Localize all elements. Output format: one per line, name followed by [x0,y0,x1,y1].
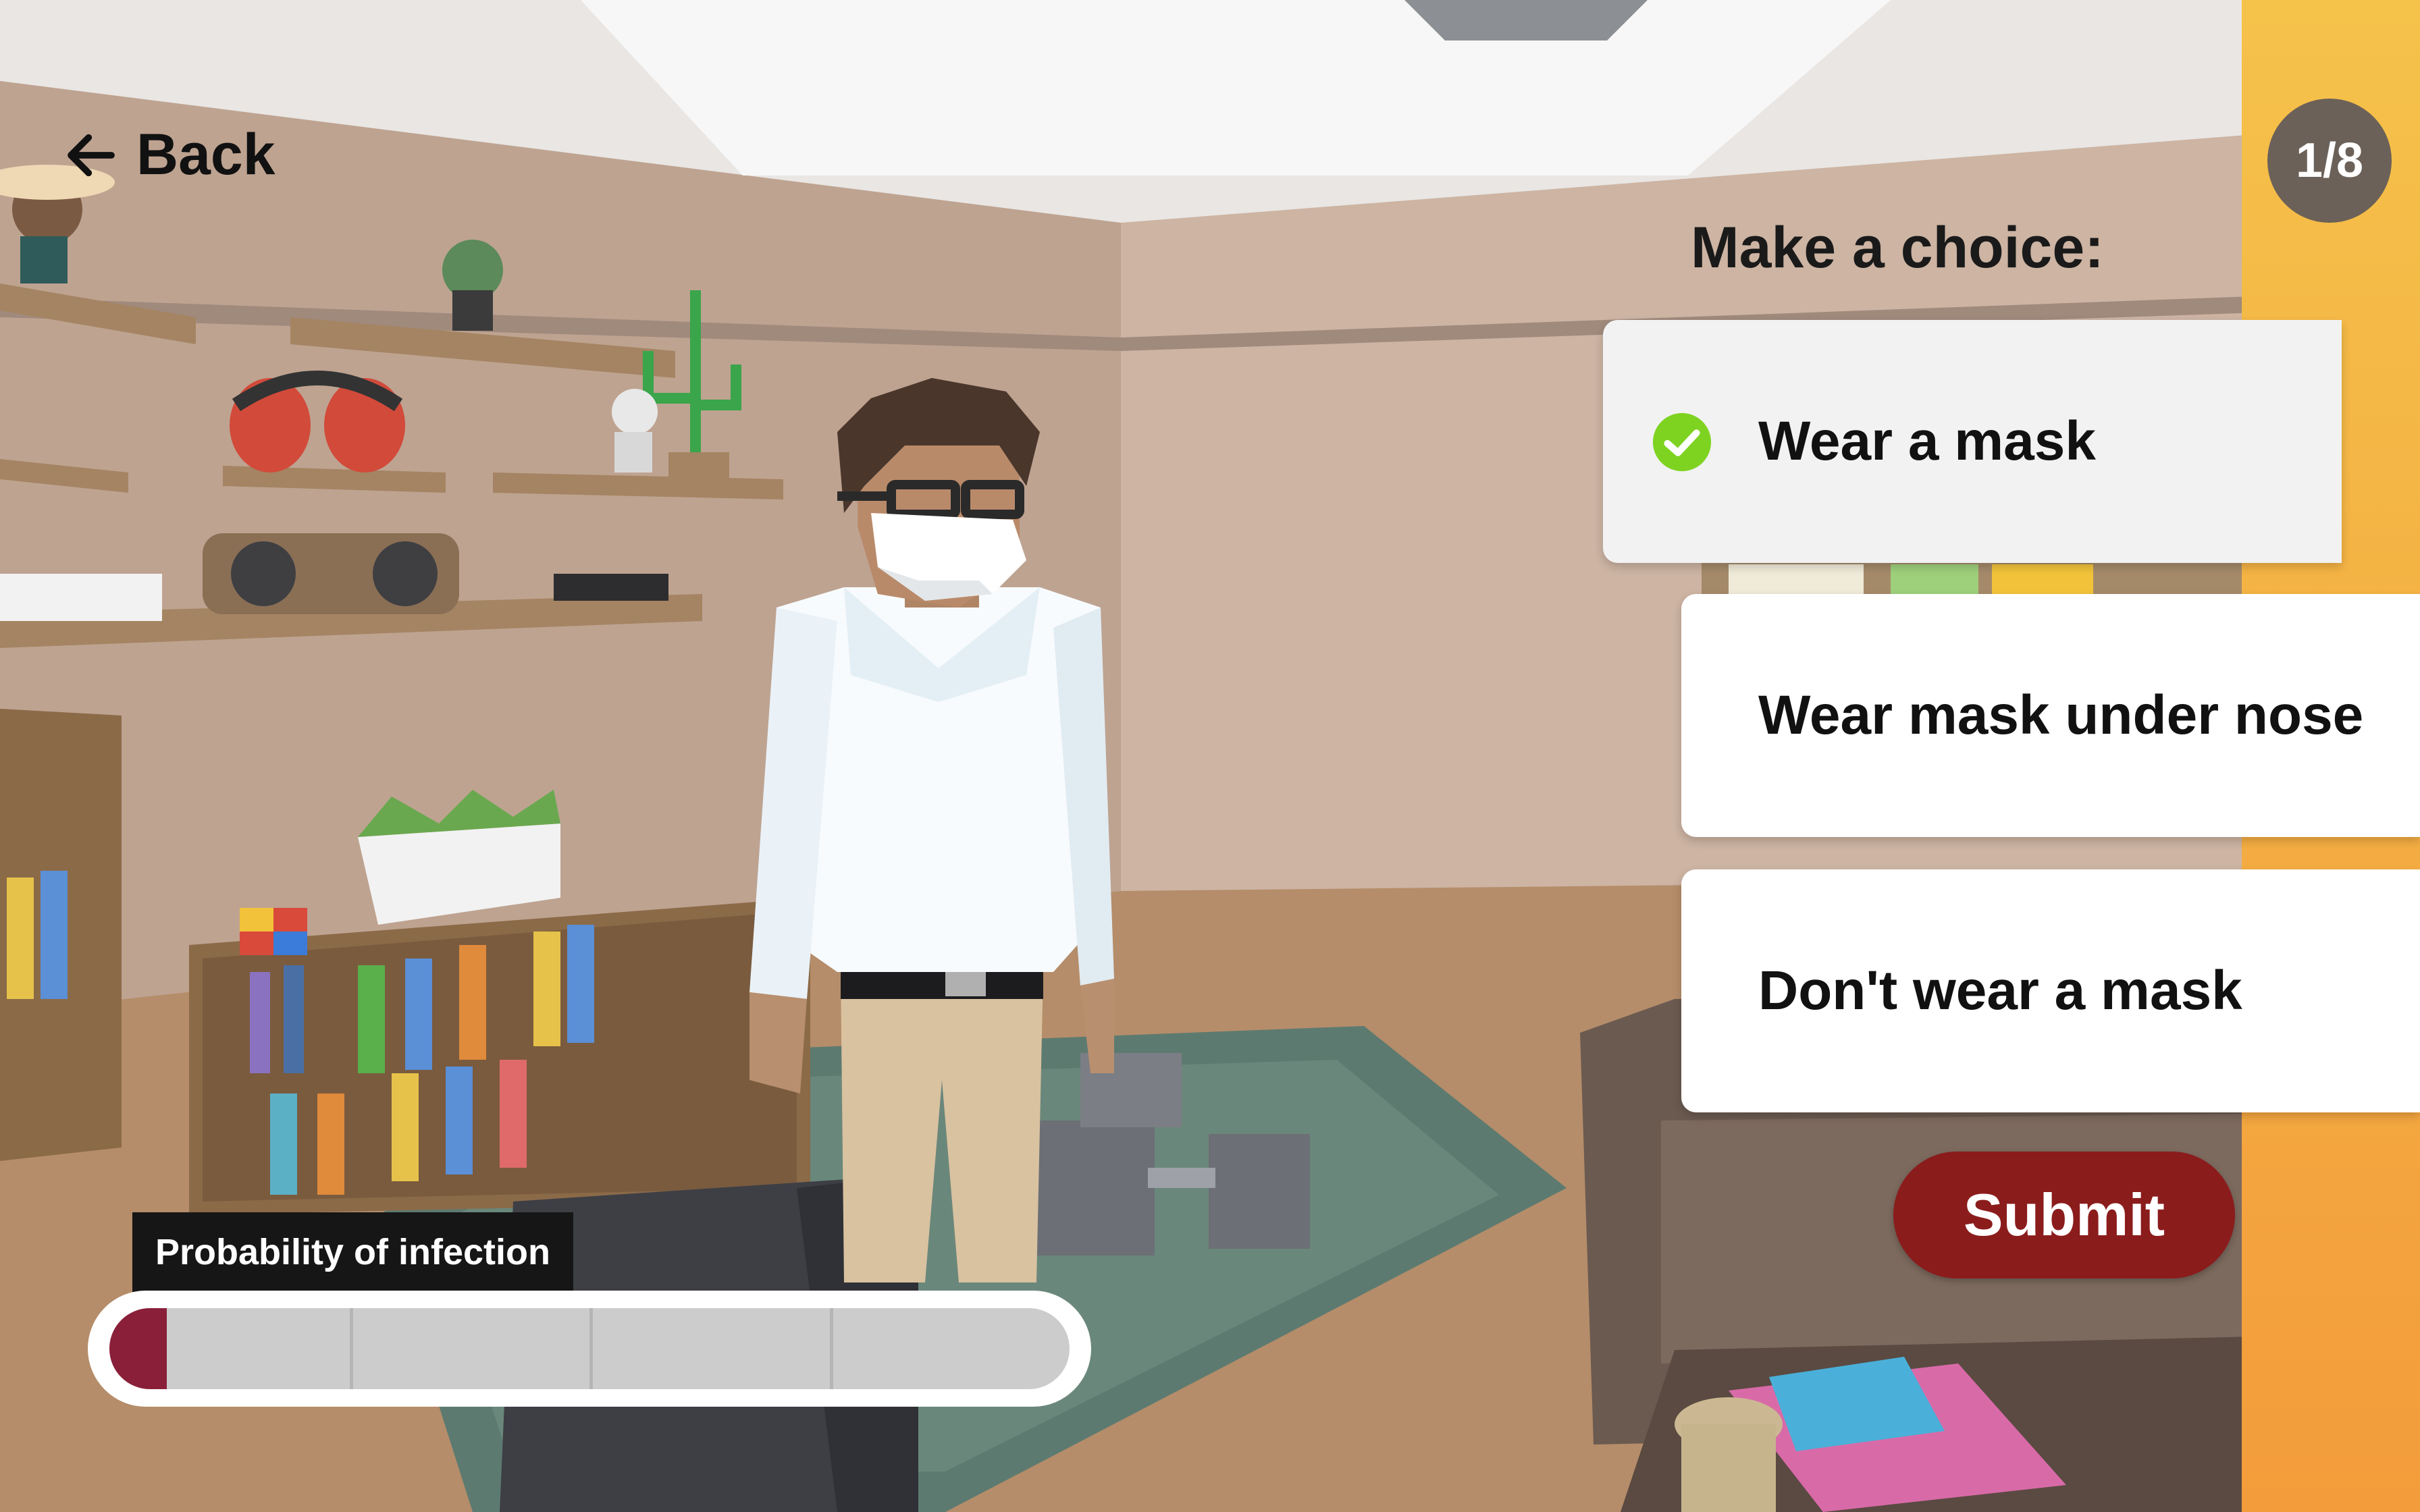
choice-option-wear-mask[interactable]: Wear a mask [1603,320,2342,563]
submit-label: Submit [1963,1181,2165,1248]
infection-meter-track [109,1308,1070,1389]
infection-meter-tick [589,1308,593,1389]
infection-meter [88,1291,1091,1407]
choice-option-no-mask[interactable]: Don't wear a mask [1681,869,2420,1112]
choice-option-label: Don't wear a mask [1758,960,2242,1021]
choice-option-label: Wear a mask [1758,410,2096,472]
choice-option-label: Wear mask under nose [1758,684,2364,746]
infection-meter-tick [349,1308,353,1389]
step-counter-label: 1/8 [2295,134,2364,188]
submit-button[interactable]: Submit [1893,1152,2235,1278]
check-circle-icon [1652,412,1712,472]
infection-meter-tick [829,1308,833,1389]
back-button[interactable]: Back [61,122,275,188]
infection-meter-label: Probability of infection [155,1232,551,1272]
infection-meter-fill [109,1308,167,1389]
choice-prompt: Make a choice: [1691,215,2104,280]
infection-meter-label-box: Probability of infection [132,1212,574,1292]
back-label: Back [136,122,275,187]
step-counter: 1/8 [2267,99,2392,223]
game-screen: Back 1/8 Make a choice: Wear a mask Wear… [0,0,2420,1512]
arrow-left-icon [68,134,115,176]
choice-option-mask-under-nose[interactable]: Wear mask under nose [1681,594,2420,837]
